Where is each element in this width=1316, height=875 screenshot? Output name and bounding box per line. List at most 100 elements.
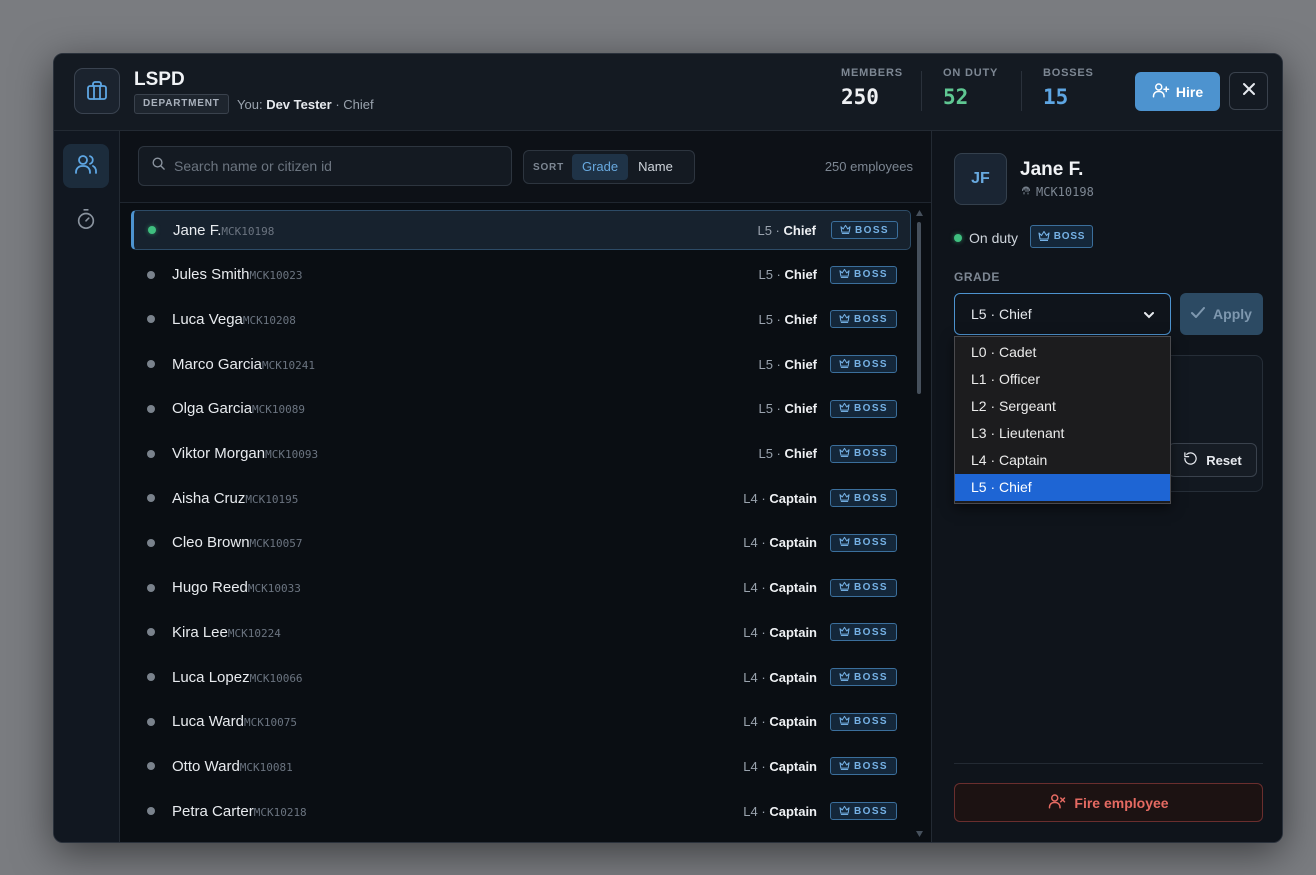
table-row[interactable]: Marco GarciaMCK10241 L5 · Chief BOSS — [131, 344, 911, 384]
scroll-thumb[interactable] — [917, 222, 921, 394]
employee-citizen-id: MCK10241 — [262, 358, 316, 372]
employee-citizen-id: MCK10218 — [253, 805, 307, 819]
grade-option[interactable]: L0 · Cadet — [955, 339, 1170, 366]
table-row[interactable]: Luca LopezMCK10066 L4 · Captain BOSS — [131, 657, 911, 697]
table-row[interactable]: Kira LeeMCK10224 L4 · Captain BOSS — [131, 612, 911, 652]
crown-icon — [839, 358, 850, 371]
employee-name: Kira LeeMCK10224 — [172, 624, 281, 641]
crown-icon — [839, 447, 850, 460]
divider — [954, 763, 1263, 764]
grade-option[interactable]: L4 · Captain — [955, 447, 1170, 474]
sidebar-item-employees[interactable] — [63, 144, 109, 188]
sort-option-name[interactable]: Name — [628, 154, 683, 180]
search-icon — [151, 156, 166, 176]
on-duty-dot — [954, 234, 962, 242]
stat-label: ON DUTY — [943, 67, 999, 79]
citizen-id-text: MCK10198 — [1036, 184, 1094, 199]
boss-badge: BOSS — [830, 489, 897, 508]
fire-employee-button[interactable]: Fire employee — [954, 783, 1263, 822]
employee-level: L5 — [758, 446, 773, 461]
boss-badge-text: BOSS — [855, 224, 889, 236]
employee-name: Marco GarciaMCK10241 — [172, 356, 315, 373]
grade-dropdown: L0 · Cadet L1 · Officer L2 · Sergeant L3 · … — [954, 336, 1171, 504]
table-row[interactable]: Jane F.MCK10198 L5 · Chief BOSS — [131, 210, 911, 250]
employee-name-text: Cleo Brown — [172, 534, 250, 552]
boss-badge: BOSS — [830, 578, 897, 597]
employee-citizen-id: MCK10081 — [239, 760, 293, 774]
employee-level: L5 — [758, 401, 773, 417]
boss-badge-text: BOSS — [854, 626, 888, 638]
employee-grade-name: Captain — [769, 490, 817, 506]
table-row[interactable]: Luca VegaMCK10208 L5 · Chief BOSS — [131, 299, 911, 339]
search-input[interactable] — [174, 158, 494, 174]
hire-button[interactable]: Hire — [1135, 72, 1220, 111]
employee-grade-name: Captain — [769, 714, 817, 730]
employee-level: L4 — [743, 580, 758, 596]
grade-select[interactable]: L5 · Chief — [954, 293, 1171, 335]
table-row[interactable]: Luca WardMCK10075 L4 · Captain BOSS — [131, 702, 911, 742]
apply-button[interactable]: Apply — [1180, 293, 1263, 335]
employee-name: Jules SmithMCK10023 — [172, 266, 303, 283]
sidebar — [54, 131, 120, 842]
employee-grade-name: Chief — [784, 446, 818, 461]
crown-icon — [1038, 230, 1050, 244]
employee-level: L4 — [743, 714, 758, 730]
scroll-up-arrow-icon[interactable] — [916, 210, 923, 216]
sort-option-grade[interactable]: Grade — [571, 154, 629, 180]
table-row[interactable]: Cleo BrownMCK10057 L4 · Captain BOSS — [131, 523, 911, 563]
grade-option[interactable]: L3 · Lieutenant — [955, 420, 1170, 447]
table-row[interactable]: Hugo ReedMCK10033 L4 · Captain BOSS — [131, 568, 911, 608]
table-row[interactable]: Jules SmithMCK10023 L5 · Chief BOSS — [131, 255, 911, 295]
crown-icon — [839, 715, 850, 728]
employee-citizen-id: MCK10208 — [242, 313, 296, 327]
employee-grade: L4 · Captain — [743, 535, 817, 551]
employee-name: Petra CarterMCK10218 — [172, 803, 307, 820]
stat-divider — [921, 71, 922, 111]
crown-icon — [839, 760, 850, 773]
boss-badge-text: BOSS — [854, 358, 888, 370]
list-toolbar: SORT Grade Name 250 employees — [120, 131, 931, 203]
duty-dot — [147, 494, 155, 503]
table-row[interactable]: Viktor MorganMCK10093 L5 · Chief BOSS — [131, 434, 911, 474]
reset-button[interactable]: Reset — [1168, 443, 1257, 477]
grade-option[interactable]: L5 · Chief — [955, 474, 1170, 501]
grade-option[interactable]: L2 · Sergeant — [955, 393, 1170, 420]
boss-badge: BOSS — [1030, 225, 1093, 248]
duty-dot — [147, 583, 155, 592]
duty-dot — [147, 315, 155, 324]
duty-dot — [147, 449, 155, 458]
duty-dot — [147, 673, 155, 681]
duty-dot — [147, 538, 155, 547]
user-remove-icon — [1048, 792, 1066, 813]
employee-name: Cleo BrownMCK10057 — [172, 534, 303, 551]
employee-grade-name: Captain — [769, 580, 817, 596]
table-row[interactable]: Petra CarterMCK10218 L4 · Captain BOSS — [131, 791, 911, 831]
scroll-down-arrow-icon[interactable] — [916, 831, 923, 837]
employee-name-text: Jane F. — [173, 221, 222, 239]
employee-level: L4 — [743, 624, 758, 640]
employee-level: L4 — [743, 669, 758, 685]
sidebar-item-timesheet[interactable] — [63, 199, 109, 243]
table-row[interactable]: Olga GarciaMCK10089 L5 · Chief BOSS — [131, 389, 911, 429]
close-button[interactable] — [1229, 72, 1268, 110]
list-scrollbar[interactable] — [914, 210, 924, 842]
employee-grade-name: Chief — [784, 401, 818, 417]
employee-grade-name: Captain — [769, 669, 817, 685]
table-row[interactable]: Aisha CruzMCK10195 L4 · Captain BOSS — [131, 478, 911, 518]
employee-citizen-id: MCK10075 — [243, 716, 297, 730]
stopwatch-icon — [75, 208, 97, 235]
employee-grade: L4 · Captain — [743, 490, 817, 506]
employee-citizen-id: MCK10033 — [247, 582, 301, 596]
employee-grade-name: Chief — [783, 222, 817, 238]
table-row[interactable]: Otto WardMCK10081 L4 · Captain BOSS — [131, 746, 911, 786]
stat-value: 15 — [1043, 85, 1069, 109]
detail-name: Jane F. — [1020, 159, 1084, 180]
close-icon — [1242, 82, 1256, 101]
boss-badge-text: BOSS — [1053, 231, 1086, 242]
employee-name-text: Olga Garcia — [172, 400, 253, 418]
boss-badge-text: BOSS — [854, 671, 888, 683]
search-box[interactable] — [138, 146, 512, 186]
check-icon — [1191, 306, 1206, 322]
grade-option[interactable]: L1 · Officer — [955, 366, 1170, 393]
employee-level: L5 — [758, 267, 773, 283]
